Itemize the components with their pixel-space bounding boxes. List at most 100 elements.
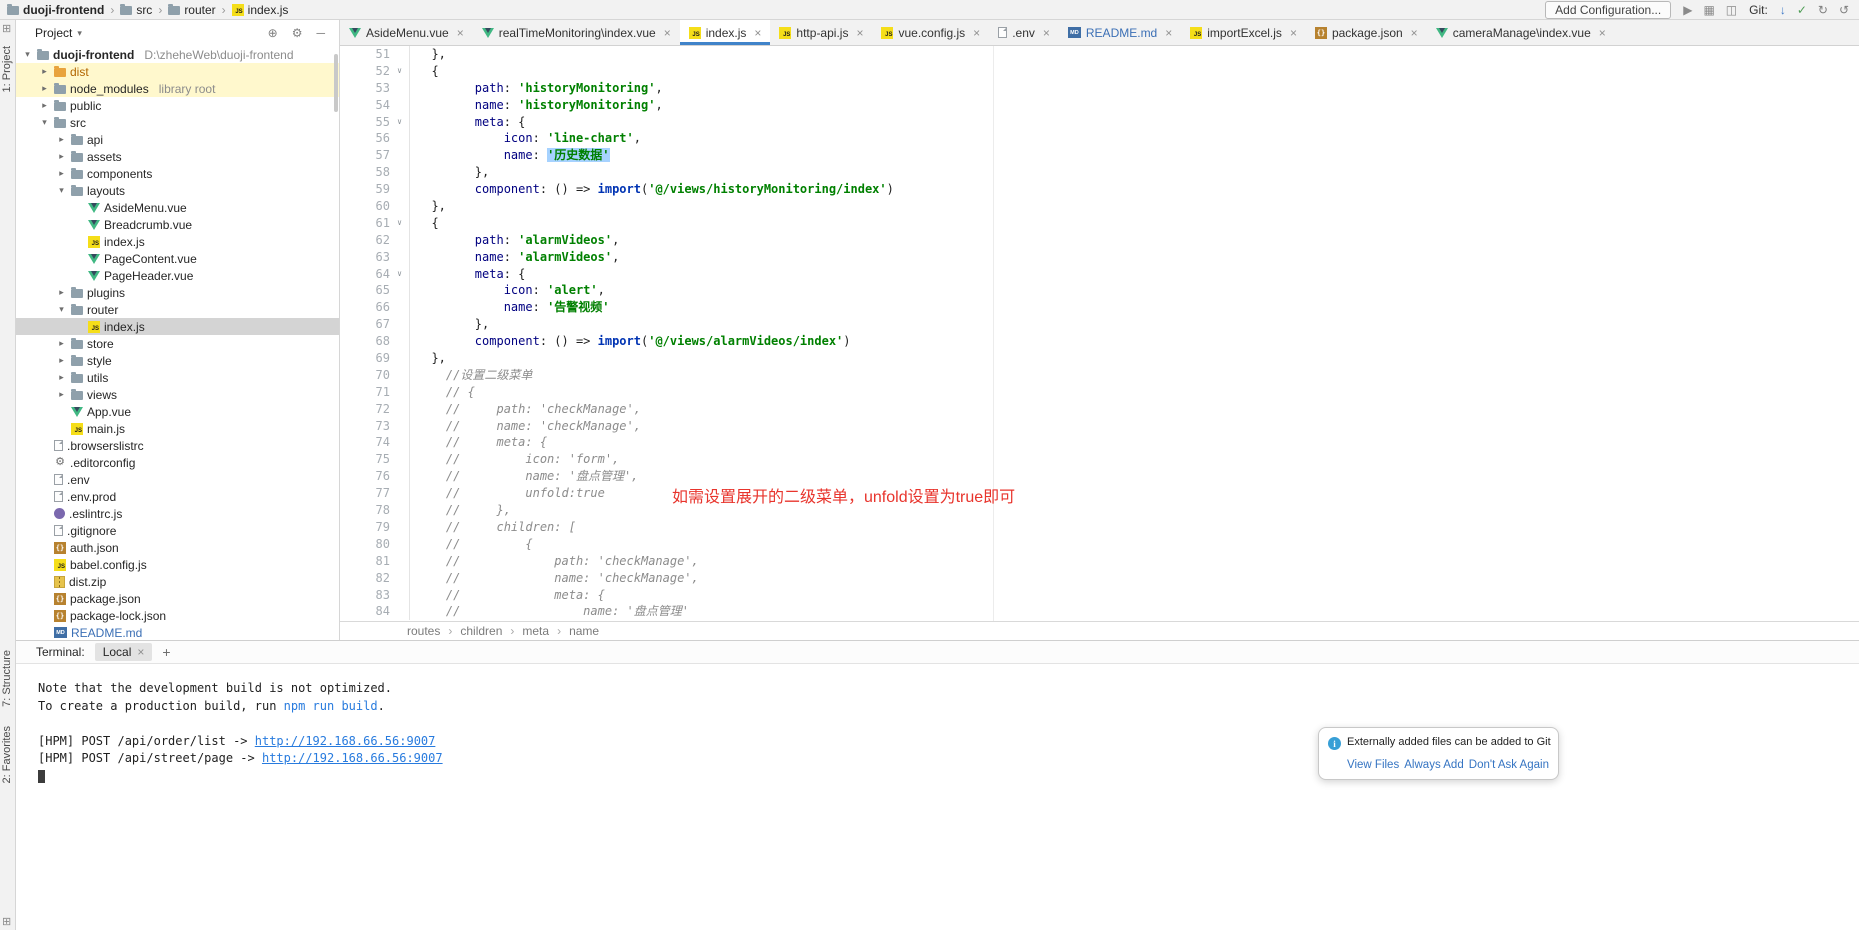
history-icon[interactable]: ↻	[1818, 4, 1828, 16]
line-number[interactable]: 59	[340, 181, 390, 198]
line-number[interactable]: 64	[340, 266, 390, 283]
code-line[interactable]: 80 // {	[340, 536, 1859, 553]
code-line[interactable]: 53 path: 'historyMonitoring',	[340, 80, 1859, 97]
terminal-link[interactable]: http://192.168.66.56:9007	[262, 751, 443, 765]
line-number[interactable]: 81	[340, 553, 390, 570]
close-icon[interactable]: ×	[1411, 26, 1418, 40]
tree-item-src[interactable]: ▾src	[16, 114, 339, 131]
code-line[interactable]: 67 },	[340, 316, 1859, 333]
line-number[interactable]: 60	[340, 198, 390, 215]
close-icon[interactable]: ×	[856, 26, 863, 40]
tree-item-readme-md[interactable]: MDREADME.md	[16, 624, 339, 640]
line-number[interactable]: 62	[340, 232, 390, 249]
tree-item-app-vue[interactable]: App.vue	[16, 403, 339, 420]
code-line[interactable]: 79 // children: [	[340, 519, 1859, 536]
line-number[interactable]: 72	[340, 401, 390, 418]
fold-marker-icon[interactable]: ∨	[390, 114, 410, 131]
add-configuration-button[interactable]: Add Configuration...	[1545, 1, 1671, 19]
tree-item-babel-config-js[interactable]: JSbabel.config.js	[16, 556, 339, 573]
tree-item-layouts[interactable]: ▾layouts	[16, 182, 339, 199]
chevron-right-icon[interactable]: ▸	[56, 389, 67, 400]
line-number[interactable]: 80	[340, 536, 390, 553]
new-terminal-icon[interactable]: +	[162, 644, 170, 660]
tool-windows-bottom-icon[interactable]: ⊞	[2, 915, 11, 928]
tree-item-gitignore[interactable]: .gitignore	[16, 522, 339, 539]
code-line[interactable]: 63 name: 'alarmVideos',	[340, 249, 1859, 266]
tree-item-package-lock-json[interactable]: {}package-lock.json	[16, 607, 339, 624]
chevron-right-icon[interactable]: ▸	[56, 355, 67, 366]
line-number[interactable]: 77	[340, 485, 390, 502]
tree-item-api[interactable]: ▸api	[16, 131, 339, 148]
notification-action-view-files[interactable]: View Files	[1347, 759, 1399, 771]
code-line[interactable]: 58 },	[340, 164, 1859, 181]
tree-item-utils[interactable]: ▸utils	[16, 369, 339, 386]
code-line[interactable]: 71 // {	[340, 384, 1859, 401]
chevron-right-icon[interactable]: ▸	[56, 168, 67, 179]
line-number[interactable]: 74	[340, 434, 390, 451]
tree-item-breadcrumb-vue[interactable]: Breadcrumb.vue	[16, 216, 339, 233]
line-number[interactable]: 54	[340, 97, 390, 114]
rollback-icon[interactable]: ↺	[1839, 4, 1849, 16]
code-line[interactable]: 69 },	[340, 350, 1859, 367]
editor-breadcrumb-name[interactable]: name	[569, 624, 599, 638]
line-number[interactable]: 52	[340, 63, 390, 80]
line-number[interactable]: 58	[340, 164, 390, 181]
line-number[interactable]: 73	[340, 418, 390, 435]
line-number[interactable]: 57	[340, 147, 390, 164]
line-number[interactable]: 83	[340, 587, 390, 604]
code-line[interactable]: 68 component: () => import('@/views/alar…	[340, 333, 1859, 350]
window-icon[interactable]: ◫	[1726, 4, 1737, 16]
line-number[interactable]: 78	[340, 502, 390, 519]
code-line[interactable]: 78 // },	[340, 502, 1859, 519]
close-icon[interactable]: ×	[1290, 26, 1297, 40]
line-number[interactable]: 76	[340, 468, 390, 485]
chevron-right-icon[interactable]: ▸	[39, 83, 50, 94]
code-line[interactable]: 70 //设置二级菜单	[340, 367, 1859, 384]
code-line[interactable]: 84 // name: '盘点管理'	[340, 603, 1859, 620]
line-number[interactable]: 68	[340, 333, 390, 350]
line-number[interactable]: 63	[340, 249, 390, 266]
tree-item-env[interactable]: .env	[16, 471, 339, 488]
editor-breadcrumb-meta[interactable]: meta	[522, 624, 549, 638]
terminal-link[interactable]: http://192.168.66.56:9007	[255, 734, 436, 748]
code-line[interactable]: 60 },	[340, 198, 1859, 215]
code-line[interactable]: 65 icon: 'alert',	[340, 282, 1859, 299]
chevron-right-icon[interactable]: ▸	[56, 287, 67, 298]
code-line[interactable]: 55∨ meta: {	[340, 114, 1859, 131]
code-line[interactable]: 82 // name: 'checkManage',	[340, 570, 1859, 587]
hide-icon[interactable]: ─	[316, 27, 325, 39]
line-number[interactable]: 79	[340, 519, 390, 536]
code-line[interactable]: 59 component: () => import('@/views/hist…	[340, 181, 1859, 198]
code-line[interactable]: 51 },	[340, 46, 1859, 63]
line-number[interactable]: 71	[340, 384, 390, 401]
tool-windows-icon[interactable]: ⊞	[2, 22, 11, 35]
tab-realtimemonitoring-index-vue[interactable]: realTimeMonitoring\index.vue×	[473, 20, 680, 45]
code-line[interactable]: 62 path: 'alarmVideos',	[340, 232, 1859, 249]
locate-icon[interactable]: ⊕	[268, 27, 278, 39]
notification-action-don-t-ask-again[interactable]: Don't Ask Again	[1469, 759, 1549, 771]
code-editor[interactable]: 51 },52∨ {53 path: 'historyMonitoring',5…	[340, 46, 1859, 621]
tab-http-api-js[interactable]: JShttp-api.js×	[770, 20, 872, 45]
code-line[interactable]: 76 // name: '盘点管理',	[340, 468, 1859, 485]
tree-item-store[interactable]: ▸store	[16, 335, 339, 352]
chevron-right-icon[interactable]: ▸	[56, 134, 67, 145]
line-number[interactable]: 84	[340, 603, 390, 620]
tab-env[interactable]: .env×	[989, 20, 1059, 45]
settings-icon[interactable]: ⚙	[292, 27, 303, 39]
chevron-right-icon[interactable]: ▸	[56, 372, 67, 383]
code-line[interactable]: 81 // path: 'checkManage',	[340, 553, 1859, 570]
tree-item-editorconfig[interactable]: ⚙.editorconfig	[16, 454, 339, 471]
line-number[interactable]: 61	[340, 215, 390, 232]
chevron-right-icon[interactable]: ▸	[56, 338, 67, 349]
line-number[interactable]: 55	[340, 114, 390, 131]
tree-item-duoji-frontend[interactable]: ▾duoji-frontendD:\zheheWeb\duoji-fronten…	[16, 46, 339, 63]
stripe-item-project[interactable]: 1: Project	[1, 46, 13, 92]
tab-vue-config-js[interactable]: JSvue.config.js×	[872, 20, 989, 45]
fold-marker-icon[interactable]: ∨	[390, 266, 410, 283]
code-line[interactable]: 52∨ {	[340, 63, 1859, 80]
tree-item-views[interactable]: ▸views	[16, 386, 339, 403]
breadcrumb-item-src[interactable]: src	[117, 3, 155, 17]
project-panel-title[interactable]: Project	[35, 26, 72, 40]
code-line[interactable]: 74 // meta: {	[340, 434, 1859, 451]
editor-breadcrumb-routes[interactable]: routes	[407, 624, 440, 638]
